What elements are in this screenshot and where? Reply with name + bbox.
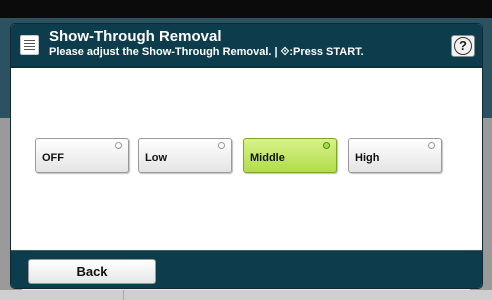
option-high-button[interactable]: High	[348, 138, 442, 173]
help-icon: ?	[454, 37, 472, 55]
status-dot-icon	[323, 142, 330, 149]
option-off-button[interactable]: OFF	[35, 138, 129, 173]
dialog-subtitle: Please adjust the Show-Through Removal. …	[49, 46, 364, 58]
option-low-button[interactable]: Low	[138, 138, 232, 173]
help-button[interactable]: ?	[451, 35, 475, 57]
background-bottom-strip	[0, 290, 492, 300]
top-bezel	[0, 0, 492, 18]
show-through-removal-dialog: Show-Through Removal Please adjust the S…	[11, 24, 482, 288]
status-dot-icon	[218, 142, 225, 149]
document-icon	[20, 35, 39, 55]
device-screen: Show-Through Removal Please adjust the S…	[0, 0, 492, 300]
option-label: Middle	[250, 152, 285, 164]
option-label: OFF	[42, 152, 64, 164]
dialog-title: Show-Through Removal	[49, 28, 222, 45]
title-bar: Show-Through Removal Please adjust the S…	[11, 24, 482, 68]
divider	[123, 290, 124, 300]
status-dot-icon	[115, 142, 122, 149]
status-dot-icon	[428, 142, 435, 149]
back-button[interactable]: Back	[28, 259, 156, 284]
footer-bar: Back	[11, 250, 482, 288]
option-label: High	[355, 152, 380, 164]
option-label: Low	[145, 152, 167, 164]
option-middle-button[interactable]: Middle	[243, 138, 337, 173]
